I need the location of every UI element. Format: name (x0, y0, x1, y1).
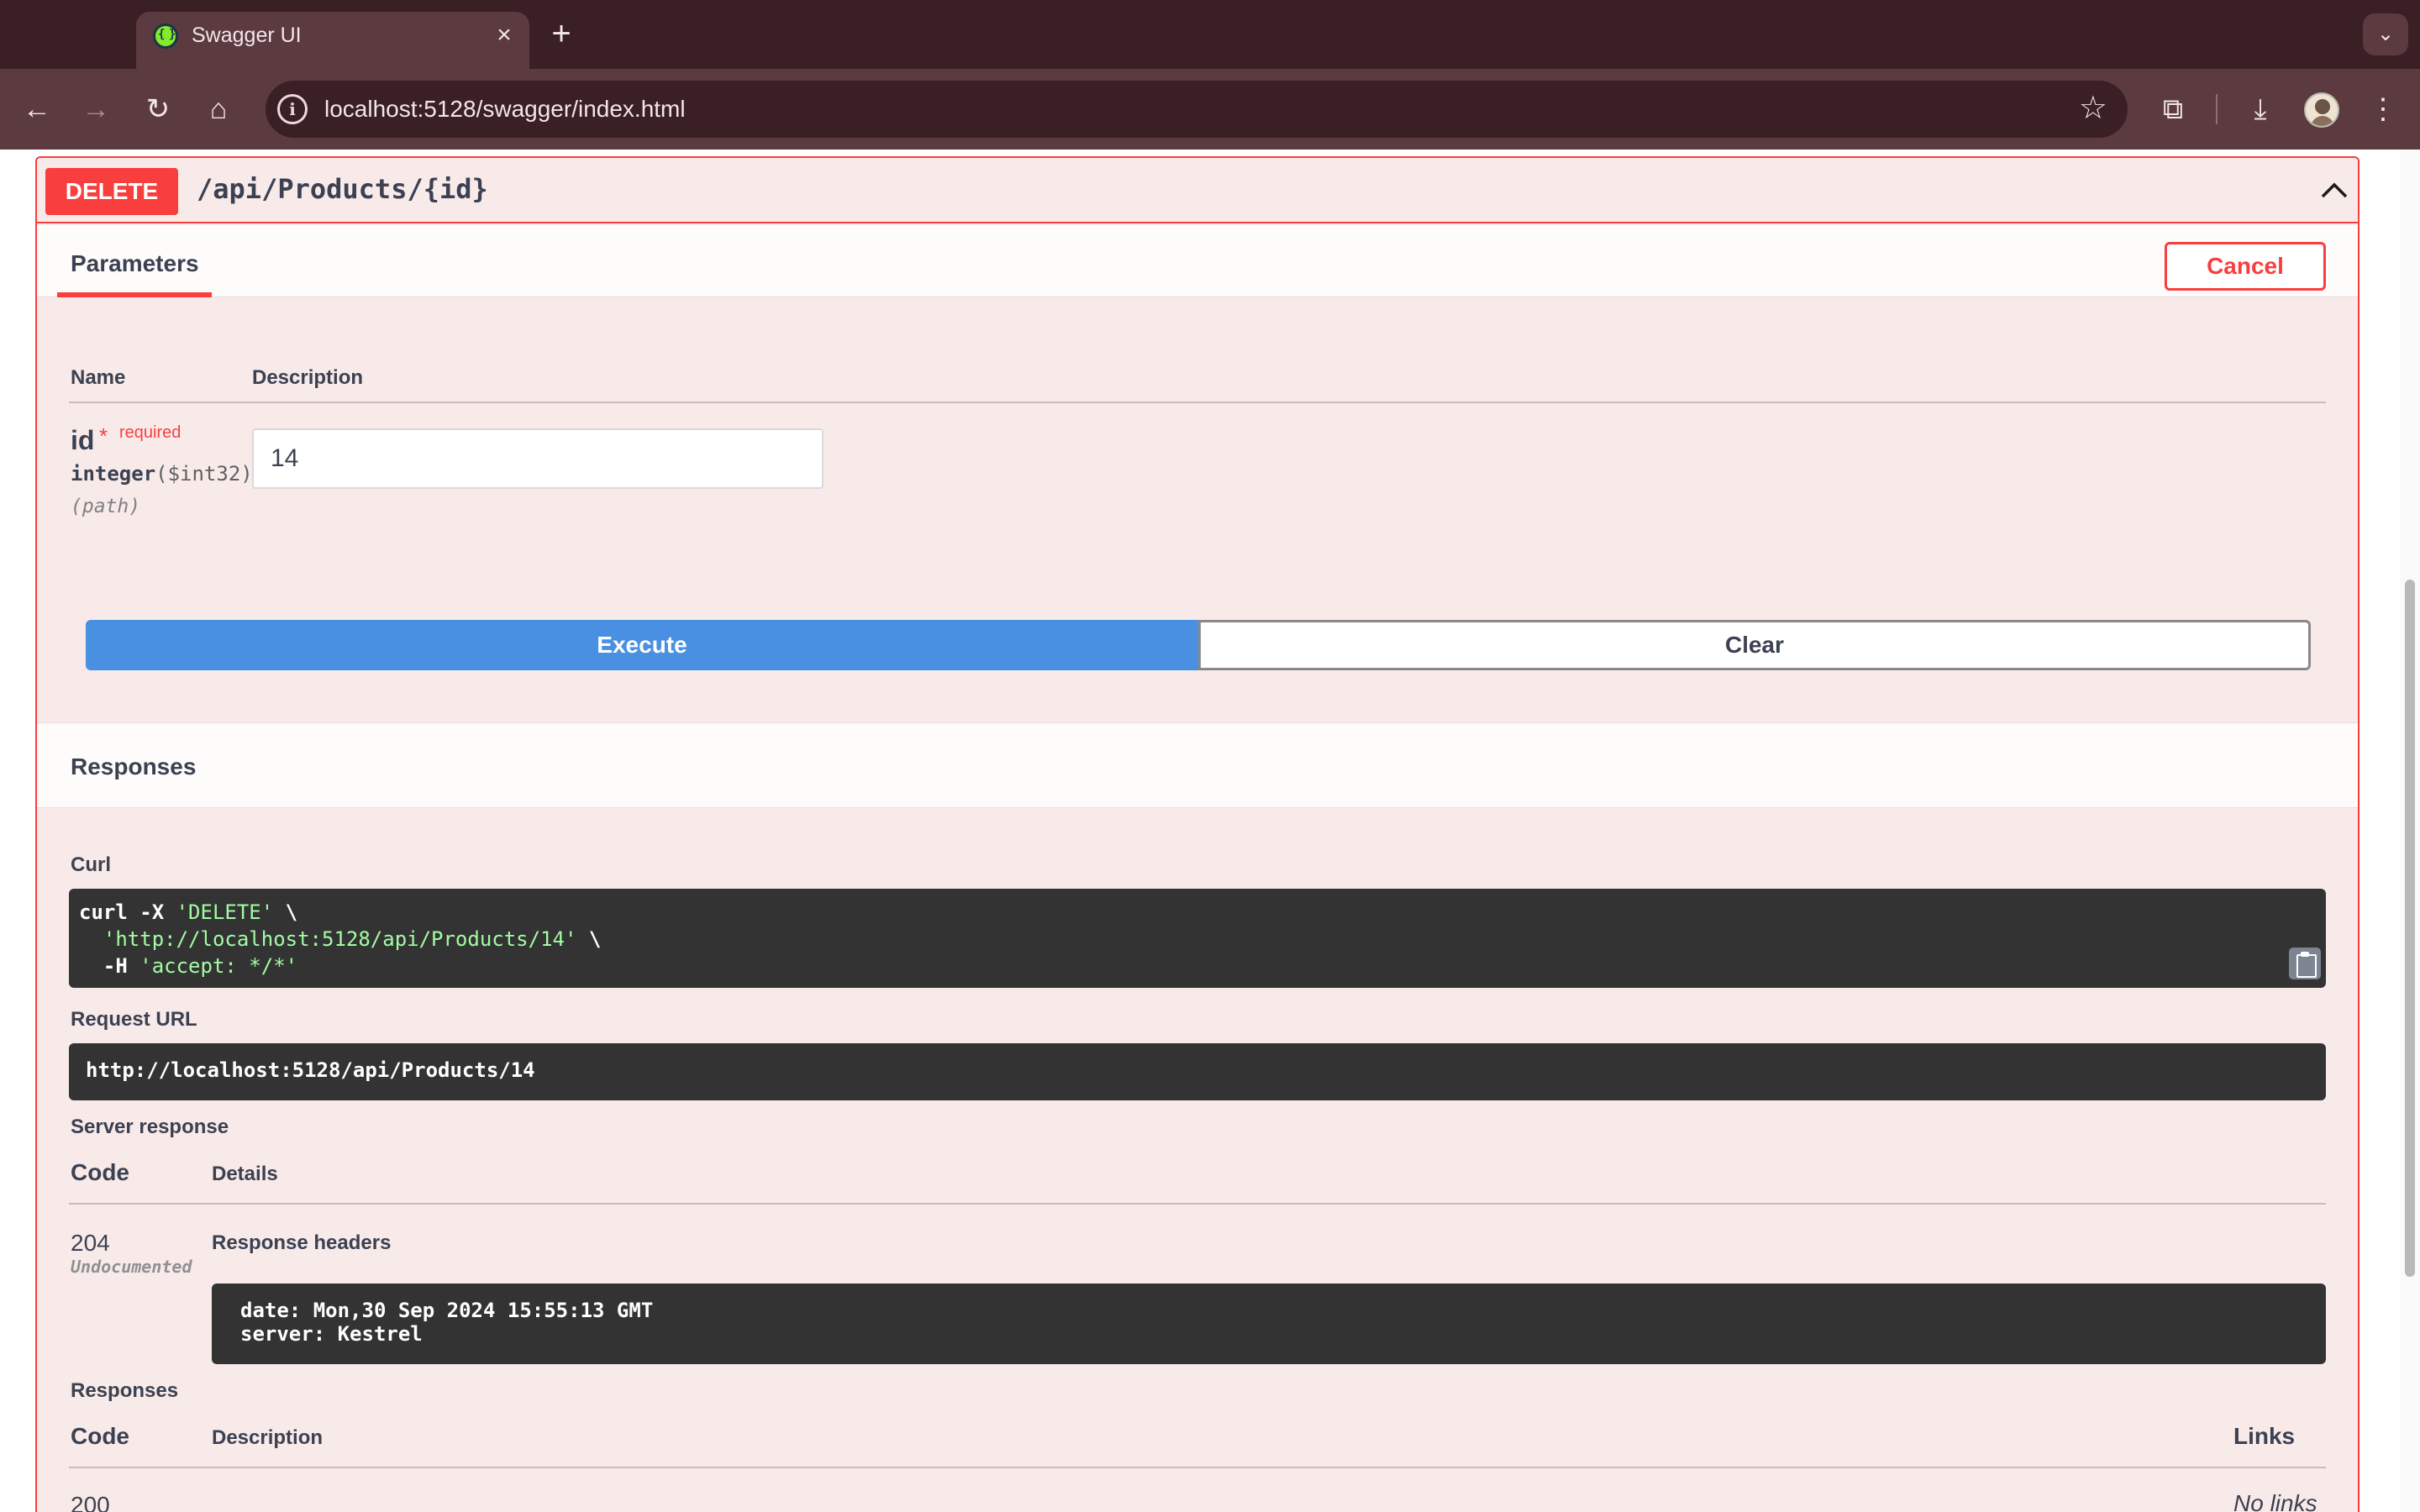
swagger-page: DELETE /api/Products/{id} Parameters Can… (0, 150, 2400, 1512)
param-type: integer($int32) (71, 462, 253, 486)
curl-header-flag: -H (79, 954, 140, 978)
back-arrow-icon[interactable]: ← (17, 89, 57, 129)
request-url-label: Request URL (71, 1008, 197, 1031)
column-header-code: Code (71, 1423, 129, 1449)
browser-tab[interactable]: Swagger UI × (136, 12, 529, 69)
required-label: required (119, 423, 182, 442)
table-divider (69, 1467, 2326, 1468)
method-badge: DELETE (45, 168, 178, 215)
id-input[interactable] (252, 428, 823, 489)
required-star: * (99, 423, 108, 449)
response-headers-block[interactable]: date: Mon,30 Sep 2024 15:55:13 GMT serve… (212, 1284, 2326, 1364)
tab-parameters[interactable]: Parameters (71, 250, 199, 277)
status-code: 204 (71, 1230, 110, 1256)
swagger-favicon-icon (153, 24, 178, 49)
extensions-icon[interactable]: ⧉ (2151, 87, 2195, 131)
response-code-200: 200 (71, 1492, 110, 1512)
curl-method: 'DELETE' (176, 900, 274, 924)
column-header-name: Name (71, 366, 126, 389)
curl-url: 'http://localhost:5128/api/Products/14' (103, 927, 577, 951)
bookmark-star-icon[interactable]: ☆ (2079, 89, 2107, 127)
table-divider (69, 1203, 2326, 1205)
chevron-up-icon[interactable] (2317, 173, 2351, 207)
request-url-block[interactable]: http://localhost:5128/api/Products/14 (69, 1043, 2326, 1100)
clear-button[interactable]: Clear (1198, 620, 2311, 670)
column-header-description: Description (212, 1426, 324, 1449)
status-undocumented-note: Undocumented (71, 1257, 192, 1277)
responses-title: Responses (71, 753, 197, 780)
responses-subtitle: Responses (71, 1379, 179, 1402)
more-menu-icon[interactable]: ⋮ (2361, 87, 2405, 131)
column-header-links: Links (2233, 1423, 2296, 1449)
param-format: ($int32) (155, 462, 253, 486)
forward-arrow-icon[interactable]: → (76, 89, 116, 129)
toolbar-divider (2216, 94, 2217, 124)
column-header-description: Description (252, 366, 364, 389)
site-info-icon[interactable]: i (277, 94, 308, 124)
close-icon[interactable]: × (489, 20, 519, 50)
address-bar[interactable]: i localhost:5128/swagger/index.html ☆ (266, 81, 2128, 138)
copy-to-clipboard-icon[interactable] (2289, 948, 2321, 979)
browser-toolbar: ← → ↻ ⌂ i localhost:5128/swagger/index.h… (0, 69, 2420, 150)
server-response-label: Server response (71, 1116, 229, 1138)
header-date: date: Mon,30 Sep 2024 15:55:13 GMT (240, 1299, 654, 1322)
curl-continuation: \ (576, 927, 602, 951)
home-icon[interactable]: ⌂ (198, 89, 239, 129)
operation-block-delete: DELETE /api/Products/{id} Parameters Can… (35, 156, 2360, 1512)
operation-path: /api/Products/{id} (197, 173, 488, 205)
curl-code-block[interactable]: curl -X 'DELETE' \ 'http://localhost:512… (69, 889, 2326, 988)
column-header-details: Details (212, 1163, 278, 1185)
download-icon[interactable]: ⤓ (2238, 87, 2282, 131)
header-server: server: Kestrel (240, 1322, 423, 1346)
reload-icon[interactable]: ↻ (138, 89, 178, 129)
tab-title: Swagger UI (192, 24, 302, 47)
chevron-down-icon[interactable]: ⌄ (2363, 13, 2408, 55)
operation-summary[interactable]: DELETE /api/Products/{id} (37, 158, 2358, 223)
page-scrollbar[interactable] (2400, 150, 2420, 1512)
param-location: (path) (71, 496, 141, 517)
url-text[interactable]: localhost:5128/swagger/index.html (324, 96, 686, 123)
curl-cmd: curl -X (79, 900, 176, 924)
responses-header: Responses (37, 722, 2358, 808)
tab-active-indicator (57, 292, 212, 297)
param-name: id (71, 425, 95, 455)
response-headers-label: Response headers (212, 1231, 392, 1254)
cancel-button[interactable]: Cancel (2165, 242, 2326, 291)
parameters-header: Parameters Cancel (37, 225, 2358, 297)
param-type-name: integer (71, 462, 156, 486)
curl-continuation: \ (273, 900, 298, 924)
table-divider (69, 402, 2326, 403)
curl-label: Curl (71, 853, 111, 876)
no-links-text: No links (2233, 1490, 2317, 1512)
profile-avatar[interactable] (2304, 92, 2339, 128)
new-tab-icon[interactable]: + (543, 15, 580, 52)
scrollbar-thumb[interactable] (2405, 580, 2415, 1277)
curl-header-value: 'accept: */*' (139, 954, 298, 978)
execute-button[interactable]: Execute (86, 620, 1198, 670)
column-header-code: Code (71, 1159, 129, 1185)
browser-tab-bar: Swagger UI × + ⌄ (0, 0, 2420, 69)
